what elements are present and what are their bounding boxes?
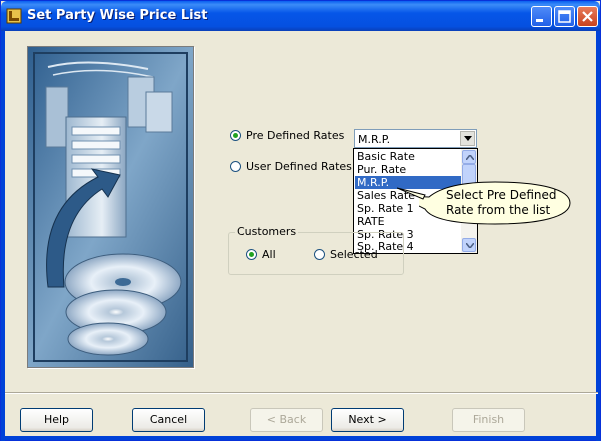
cancel-button[interactable]: Cancel xyxy=(132,408,205,432)
window-frame-bottom xyxy=(1,436,600,440)
customers-group-title: Customers xyxy=(235,225,299,238)
window-title: Set Party Wise Price List xyxy=(27,8,208,23)
back-button[interactable]: < Back xyxy=(250,408,323,432)
finish-button-label: Finish xyxy=(472,413,505,426)
callout-line-1: Select Pre Defined xyxy=(446,188,557,202)
window-frame-right xyxy=(596,31,600,441)
customers-selected-radio[interactable] xyxy=(314,249,325,260)
close-button[interactable] xyxy=(577,6,598,27)
server-cd-illustration xyxy=(28,47,193,367)
callout-text: Select Pre Defined Rate from the list xyxy=(446,188,576,218)
chevron-up-icon xyxy=(466,155,474,160)
button-separator xyxy=(5,392,598,394)
help-button[interactable]: Help xyxy=(20,408,93,432)
userdefined-rates-label[interactable]: User Defined Rates xyxy=(246,160,352,173)
userdefined-rates-radio[interactable] xyxy=(230,161,241,172)
maximize-icon xyxy=(558,10,571,23)
minimize-icon xyxy=(536,19,543,22)
maximize-button[interactable] xyxy=(554,6,575,27)
wizard-window: Set Party Wise Price List Pre Defined Ra… xyxy=(0,0,601,441)
finish-button[interactable]: Finish xyxy=(452,408,525,432)
minimize-button[interactable] xyxy=(531,6,552,27)
help-button-label: Help xyxy=(43,413,70,426)
next-button-label: Next > xyxy=(348,413,387,426)
rate-option-basic-rate[interactable]: Basic Rate xyxy=(355,150,461,163)
cancel-button-label: Cancel xyxy=(149,413,188,426)
next-button[interactable]: Next > xyxy=(331,408,404,432)
predefined-rates-radio[interactable] xyxy=(230,130,241,141)
customers-all-label[interactable]: All xyxy=(262,248,276,261)
window-frame-left xyxy=(1,31,5,441)
rate-option-pur-rate[interactable]: Pur. Rate xyxy=(355,163,461,176)
app-icon xyxy=(6,8,22,24)
wizard-illustration xyxy=(27,46,194,368)
chevron-down-icon xyxy=(466,243,474,248)
chevron-down-icon xyxy=(464,136,472,141)
rate-combobox-value: M.R.P. xyxy=(358,133,391,146)
predefined-rates-label[interactable]: Pre Defined Rates xyxy=(246,129,344,142)
callout-pointer xyxy=(397,187,426,200)
rate-combobox[interactable]: M.R.P. xyxy=(354,129,477,148)
title-bar[interactable]: Set Party Wise Price List xyxy=(1,1,600,31)
close-icon xyxy=(582,11,593,22)
customers-all-radio[interactable] xyxy=(246,249,257,260)
combobox-dropdown-button[interactable] xyxy=(460,131,475,146)
customers-selected-label[interactable]: Selected xyxy=(330,248,378,261)
scroll-up-button[interactable] xyxy=(462,150,476,164)
callout-line-2: Rate from the list xyxy=(446,203,551,217)
scroll-down-button[interactable] xyxy=(462,238,476,252)
back-button-label: < Back xyxy=(266,413,307,426)
